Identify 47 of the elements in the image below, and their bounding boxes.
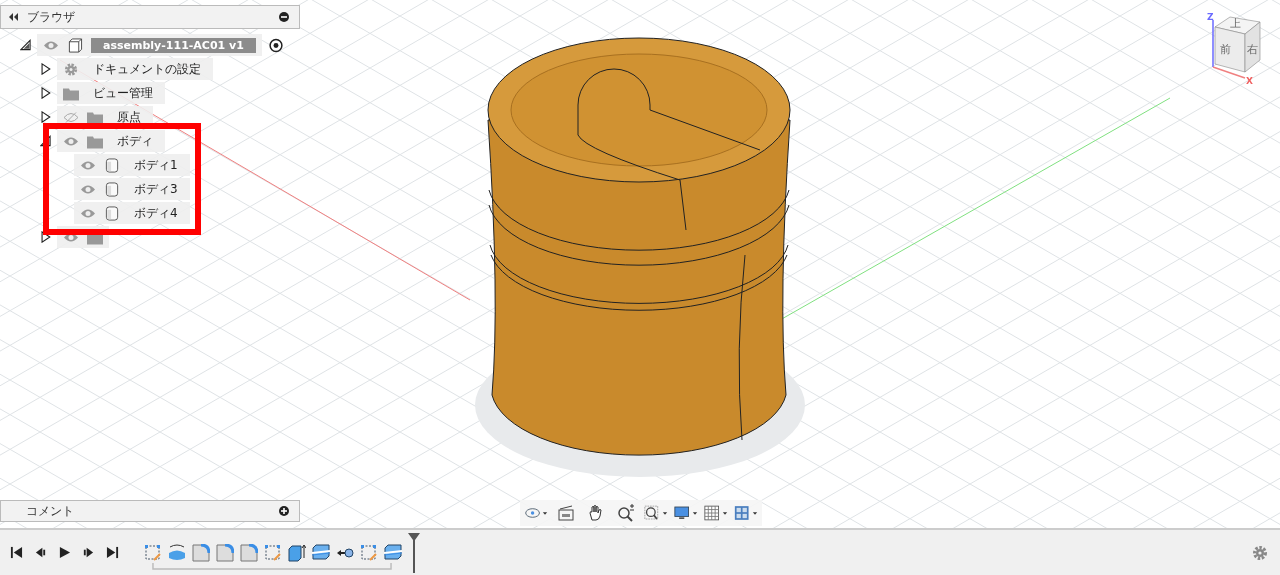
split-feature-icon[interactable] [312,543,330,562]
panel-title: ブラウザ [27,8,75,26]
timeline-marker-icon[interactable] [408,532,420,573]
cylinder-icon [104,205,120,221]
collapsed-arrow-icon[interactable] [40,231,51,243]
view-cube[interactable]: 上 前 右 Z X [1200,12,1270,92]
step-back-icon[interactable] [34,546,47,559]
skip-end-icon[interactable] [106,546,119,559]
play-icon[interactable] [58,546,71,559]
minus-icon[interactable] [279,12,289,22]
settings-icon[interactable] [1252,544,1268,561]
fillet-feature-icon[interactable] [192,543,210,562]
fillet-feature-icon[interactable] [240,543,258,562]
cylinder-icon [104,157,120,173]
eye-slash-icon[interactable] [63,109,79,125]
extrude-feature-icon[interactable] [288,543,306,562]
plus-icon[interactable] [279,506,289,516]
box-icon [67,37,83,53]
gear-icon [63,61,79,77]
3d-viewport[interactable]: ブラウザ assembly-111-AC01 v1 ドキュメントの設定 ビュー管理 原点 ボディ ボディ1 ボディ3 ボディ4 コメント 上 前 右 Z X [0,0,1280,528]
radio-target-icon[interactable] [267,37,284,53]
collapsed-arrow-icon[interactable] [40,63,51,75]
step-forward-icon[interactable] [82,546,95,559]
cylinder-model-drawing[interactable] [475,37,805,477]
cylinder-icon [104,181,120,197]
axis-label: X [1246,76,1253,86]
display-monitor-icon[interactable] [674,504,698,522]
zoom-window-icon[interactable] [644,504,668,522]
cube-face-label[interactable]: 前 [1220,42,1231,57]
sketch-feature-icon[interactable] [144,543,162,562]
collapsed-arrow-icon[interactable] [40,111,51,123]
grid-icon[interactable] [704,504,728,522]
cube-face-label[interactable]: 上 [1230,16,1241,31]
fillet-feature-icon[interactable] [216,543,234,562]
revolve-feature-icon[interactable] [168,543,186,562]
viewports-icon[interactable] [734,504,758,522]
cube-face-label[interactable]: 右 [1247,42,1258,57]
collapse-panel-icon[interactable] [9,12,19,22]
collapsed-arrow-icon[interactable] [40,87,51,99]
skip-start-icon[interactable] [10,546,23,559]
panel-title: コメント [26,502,74,520]
sketch-feature-icon[interactable] [264,543,282,562]
expanded-arrow-icon[interactable] [20,39,31,51]
sketch-feature-icon[interactable] [360,543,378,562]
expanded-arrow-icon[interactable] [40,135,51,147]
axis-label: Z [1207,12,1214,22]
split-feature-icon[interactable] [384,543,402,562]
